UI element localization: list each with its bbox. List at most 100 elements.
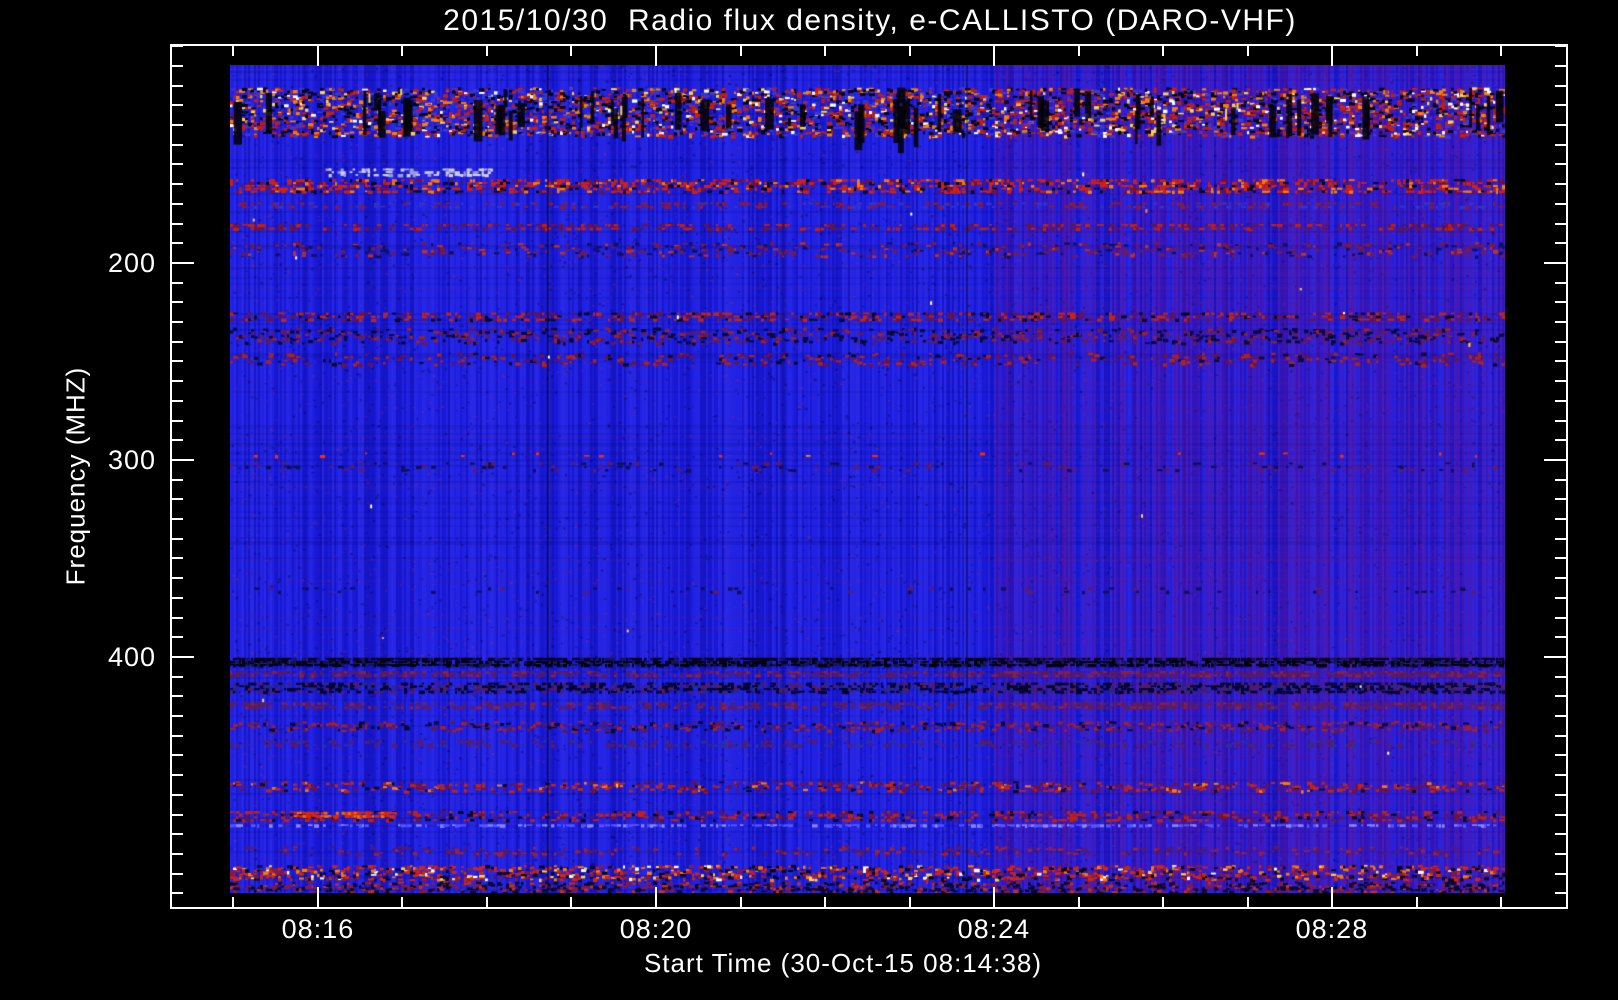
y-minor-tick — [1555, 203, 1566, 205]
x-minor-tick — [1162, 897, 1164, 907]
y-minor-tick — [1555, 439, 1566, 441]
x-minor-tick — [1078, 46, 1080, 56]
y-minor-tick — [172, 360, 183, 362]
y-minor-tick — [172, 282, 183, 284]
y-minor-tick — [172, 124, 183, 126]
y-major-tick — [1544, 262, 1566, 264]
x-major-tick — [317, 887, 319, 907]
y-minor-tick — [1555, 715, 1566, 717]
y-minor-tick — [1555, 538, 1566, 540]
y-minor-tick — [1555, 833, 1566, 835]
y-minor-tick — [1555, 223, 1566, 225]
plot-frame — [170, 44, 1568, 909]
x-minor-tick — [232, 46, 234, 56]
y-minor-tick — [172, 420, 183, 422]
y-major-tick — [1544, 656, 1566, 658]
y-minor-tick — [172, 203, 183, 205]
y-minor-tick — [1555, 794, 1566, 796]
y-tick-label: 300 — [107, 444, 156, 475]
x-major-tick — [1331, 46, 1333, 66]
y-minor-tick — [172, 538, 183, 540]
x-minor-tick — [824, 46, 826, 56]
y-minor-tick — [1555, 814, 1566, 816]
y-minor-tick — [172, 242, 183, 244]
x-tick-label: 08:20 — [619, 914, 693, 944]
y-minor-tick — [1555, 282, 1566, 284]
x-minor-tick — [740, 897, 742, 907]
y-minor-tick — [1555, 577, 1566, 579]
y-minor-tick — [172, 774, 183, 776]
y-minor-tick — [1555, 104, 1566, 106]
y-minor-tick — [172, 104, 183, 106]
y-minor-tick — [172, 695, 183, 697]
y-minor-tick — [172, 45, 183, 47]
y-minor-tick — [172, 814, 183, 816]
y-minor-tick — [1555, 400, 1566, 402]
y-minor-tick — [1555, 144, 1566, 146]
y-minor-tick — [1555, 636, 1566, 638]
x-minor-tick — [486, 897, 488, 907]
y-minor-tick — [1555, 892, 1566, 894]
y-minor-tick — [172, 873, 183, 875]
y-minor-tick — [1555, 45, 1566, 47]
y-minor-tick — [1555, 65, 1566, 67]
y-minor-tick — [1555, 124, 1566, 126]
y-minor-tick — [1555, 735, 1566, 737]
y-minor-tick — [172, 144, 183, 146]
y-tick-label: 400 — [107, 641, 156, 672]
y-minor-tick — [172, 833, 183, 835]
x-minor-tick — [1416, 46, 1418, 56]
y-minor-tick — [1555, 163, 1566, 165]
y-minor-tick — [1555, 597, 1566, 599]
x-minor-tick — [909, 897, 911, 907]
x-minor-tick — [1500, 46, 1502, 56]
y-minor-tick — [1555, 85, 1566, 87]
y-minor-tick — [172, 479, 183, 481]
y-major-tick — [172, 459, 194, 461]
x-minor-tick — [570, 46, 572, 56]
y-minor-tick — [172, 301, 183, 303]
y-major-tick — [172, 262, 194, 264]
x-minor-tick — [232, 897, 234, 907]
y-minor-tick — [1555, 360, 1566, 362]
x-minor-tick — [1162, 46, 1164, 56]
y-minor-tick — [1555, 420, 1566, 422]
y-minor-tick — [172, 636, 183, 638]
y-tick-label: 200 — [107, 247, 156, 278]
y-minor-tick — [172, 183, 183, 185]
x-minor-tick — [486, 46, 488, 56]
y-minor-tick — [172, 223, 183, 225]
y-minor-tick — [172, 853, 183, 855]
y-minor-tick — [172, 498, 183, 500]
x-minor-tick — [1500, 897, 1502, 907]
x-major-tick — [655, 887, 657, 907]
x-major-tick — [993, 46, 995, 66]
y-minor-tick — [172, 439, 183, 441]
x-tick-label: 08:16 — [281, 914, 355, 944]
y-minor-tick — [172, 85, 183, 87]
y-minor-tick — [172, 518, 183, 520]
x-major-tick — [1331, 887, 1333, 907]
y-minor-tick — [1555, 183, 1566, 185]
x-tick-label: 08:24 — [957, 914, 1031, 944]
y-minor-tick — [172, 597, 183, 599]
y-minor-tick — [1555, 301, 1566, 303]
y-minor-tick — [172, 65, 183, 67]
x-axis-label: Start Time (30-Oct-15 08:14:38) — [643, 948, 1043, 978]
y-axis-label: Frequency (MHZ) — [60, 366, 91, 586]
y-minor-tick — [1555, 853, 1566, 855]
x-minor-tick — [401, 46, 403, 56]
x-minor-tick — [740, 46, 742, 56]
y-minor-tick — [172, 735, 183, 737]
y-major-tick — [1544, 459, 1566, 461]
y-minor-tick — [1555, 242, 1566, 244]
y-major-tick — [172, 656, 194, 658]
y-minor-tick — [1555, 695, 1566, 697]
x-minor-tick — [1078, 897, 1080, 907]
x-minor-tick — [1247, 897, 1249, 907]
x-major-tick — [993, 887, 995, 907]
y-minor-tick — [1555, 754, 1566, 756]
y-minor-tick — [1555, 676, 1566, 678]
chart-title: 2015/10/30 Radio flux density, e-CALLIST… — [443, 4, 1297, 37]
x-major-tick — [655, 46, 657, 66]
